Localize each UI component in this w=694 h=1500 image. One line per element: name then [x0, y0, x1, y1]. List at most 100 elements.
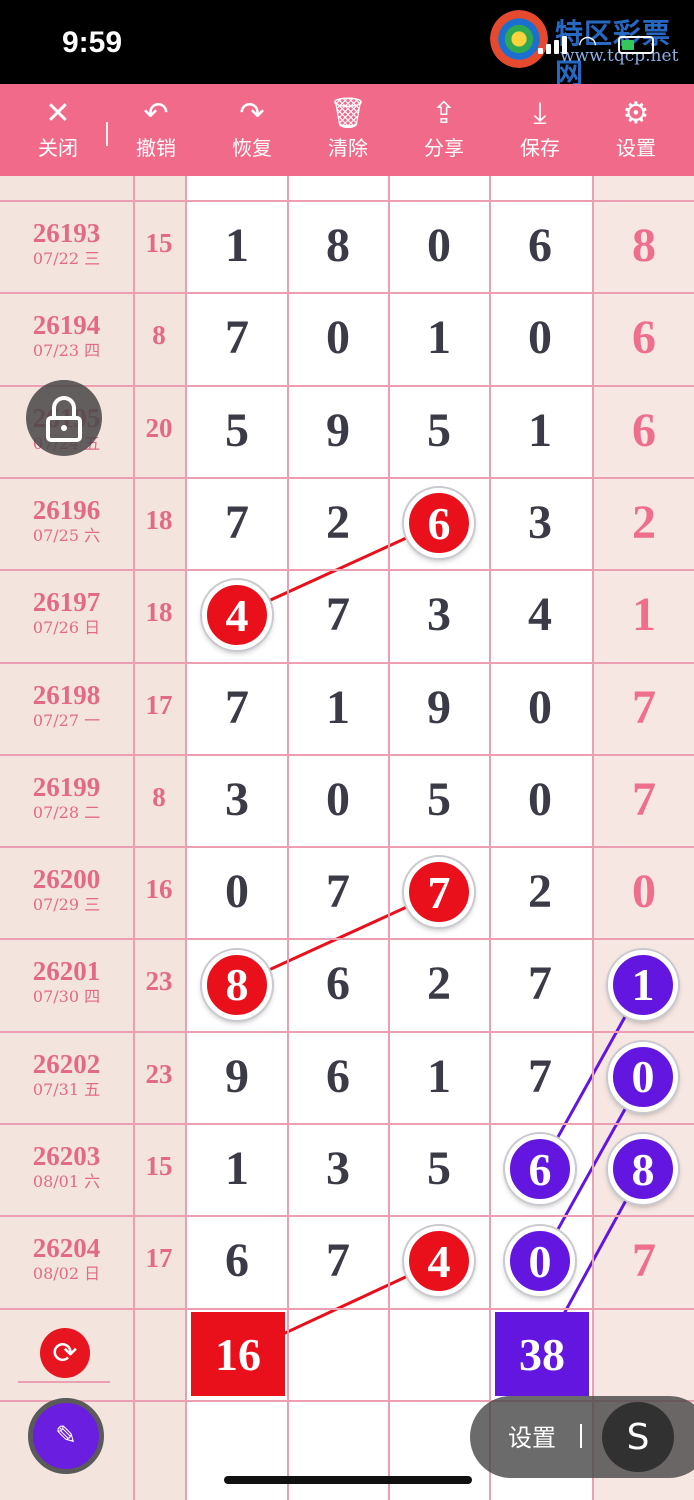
digit-cell[interactable]: 3 — [389, 587, 489, 642]
issue-label: 26196 07/25 六 — [0, 495, 133, 547]
last-digit-cell[interactable]: 8 — [594, 218, 694, 273]
digit-cell[interactable]: 8 — [288, 218, 388, 273]
red-ball[interactable]: 8 — [202, 949, 272, 1020]
digit-cell[interactable]: 4 — [490, 587, 590, 642]
digit-cell[interactable]: 5 — [187, 403, 287, 458]
last-digit-cell[interactable]: 1 — [594, 587, 694, 642]
save-button[interactable]: ⤓ 保存 — [500, 84, 580, 176]
digit-cell[interactable]: 7 — [187, 680, 287, 735]
refresh-button[interactable]: ⟳ — [40, 1328, 90, 1378]
purple-ball[interactable]: 0 — [505, 1226, 575, 1297]
digit-cell[interactable]: 7 — [187, 310, 287, 365]
settings-label[interactable]: 设置 — [508, 1418, 556, 1453]
issue-date: 07/31 五 — [32, 1080, 101, 1099]
issue-label: 26198 07/27 一 — [0, 680, 133, 732]
issue-date: 07/26 日 — [32, 618, 101, 637]
share-label: 分享 — [424, 136, 464, 160]
digit-cell[interactable]: 2 — [288, 495, 388, 550]
settings-separator — [580, 1424, 582, 1448]
digit-cell[interactable]: 0 — [288, 310, 388, 365]
last-digit-cell[interactable]: 7 — [594, 772, 694, 827]
digit-cell[interactable]: 7 — [288, 1233, 388, 1288]
digit-cell[interactable]: 9 — [389, 680, 489, 735]
close-label: 关闭 — [38, 136, 78, 160]
trend-grid[interactable]: 2619307/22 三15180682619407/23 四870106261… — [0, 176, 694, 1500]
digit-cell[interactable]: 2 — [389, 956, 489, 1011]
last-digit-cell[interactable]: 2 — [594, 495, 694, 550]
digit-cell[interactable]: 1 — [389, 310, 489, 365]
digit-cell[interactable]: 5 — [389, 403, 489, 458]
pen-tool-button[interactable]: ✎ — [28, 1398, 104, 1474]
clear-button[interactable]: 🗑 清除 — [308, 84, 388, 176]
issue-label: 26194 07/23 四 — [0, 310, 133, 362]
digit-cell[interactable]: 7 — [187, 495, 287, 550]
issue-number: 26204 — [32, 1233, 101, 1263]
digit-cell[interactable]: 1 — [389, 1049, 489, 1104]
purple-ball[interactable]: 6 — [505, 1134, 575, 1205]
issue-number: 26194 — [32, 310, 101, 340]
digit-cell[interactable]: 6 — [490, 218, 590, 273]
digit-cell[interactable]: 1 — [187, 218, 287, 273]
digit-cell[interactable]: 6 — [288, 1049, 388, 1104]
digit-cell[interactable]: 0 — [187, 864, 287, 919]
digit-cell[interactable]: 0 — [490, 772, 590, 827]
red-ball[interactable]: 4 — [404, 1226, 474, 1297]
issue-date: 07/29 三 — [32, 895, 101, 914]
digit-cell[interactable]: 3 — [187, 772, 287, 827]
share-button[interactable]: ⇪ 分享 — [404, 84, 484, 176]
sum-value: 18 — [145, 505, 173, 535]
purple-ball[interactable]: 1 — [608, 949, 678, 1020]
digit-cell[interactable]: 1 — [187, 1141, 287, 1196]
digit-cell[interactable]: 0 — [389, 218, 489, 273]
last-digit-cell[interactable]: 6 — [594, 310, 694, 365]
settings-button[interactable]: ⚙ 设置 — [596, 84, 676, 176]
issue-date: 08/02 日 — [32, 1264, 101, 1283]
red-ball[interactable]: 6 — [404, 488, 474, 559]
digit-cell[interactable]: 6 — [187, 1233, 287, 1288]
digit-cell[interactable]: 3 — [490, 495, 590, 550]
purple-ball[interactable]: 0 — [608, 1041, 678, 1112]
digit-cell[interactable]: 3 — [288, 1141, 388, 1196]
digit-cell[interactable]: 7 — [288, 587, 388, 642]
purple-ball[interactable]: 8 — [608, 1134, 678, 1205]
last-digit-cell[interactable]: 7 — [594, 680, 694, 735]
digit-cell[interactable]: 9 — [288, 403, 388, 458]
issue-date: 07/22 三 — [32, 249, 101, 268]
last-digit-cell[interactable]: 0 — [594, 864, 694, 919]
issue-number: 26201 — [32, 956, 101, 986]
digit-cell[interactable]: 0 — [288, 772, 388, 827]
red-ball[interactable]: 4 — [202, 580, 272, 651]
issue-number: 26196 — [32, 495, 101, 525]
s-button[interactable]: S — [602, 1402, 674, 1472]
redo-icon: ↷ — [239, 96, 265, 131]
digit-cell[interactable]: 9 — [187, 1049, 287, 1104]
digit-cell[interactable]: 5 — [389, 1141, 489, 1196]
digit-cell[interactable]: 7 — [490, 956, 590, 1011]
floating-settings[interactable]: 设置 S — [470, 1396, 694, 1478]
digit-cell[interactable]: 0 — [490, 310, 590, 365]
last-digit-cell[interactable]: 6 — [594, 403, 694, 458]
digit-cell[interactable]: 0 — [490, 680, 590, 735]
digit-cell[interactable]: 1 — [288, 680, 388, 735]
last-digit-cell[interactable]: 7 — [594, 1233, 694, 1288]
redo-button[interactable]: ↷ 恢复 — [212, 84, 292, 176]
digit-cell[interactable]: 2 — [490, 864, 590, 919]
lock-button[interactable] — [26, 380, 102, 456]
digit-cell[interactable]: 7 — [288, 864, 388, 919]
share-icon: ⇪ — [431, 96, 457, 131]
issue-number: 26202 — [32, 1049, 101, 1079]
digit-cell[interactable]: 1 — [490, 403, 590, 458]
undo-button[interactable]: ↶ 撤销 — [116, 84, 196, 176]
issue-number: 26203 — [32, 1141, 101, 1171]
grid-vline — [287, 176, 289, 1500]
connector-lines — [236, 521, 645, 1356]
close-button[interactable]: ✕ 关闭 — [18, 84, 98, 176]
digit-cell[interactable]: 5 — [389, 772, 489, 827]
home-indicator[interactable] — [224, 1476, 472, 1484]
sum-value: 8 — [152, 320, 166, 350]
red-ball[interactable]: 7 — [404, 857, 474, 928]
digit-cell[interactable]: 7 — [490, 1049, 590, 1104]
grid-hline — [0, 1215, 694, 1217]
digit-cell[interactable]: 6 — [288, 956, 388, 1011]
issue-date: 07/23 四 — [32, 341, 101, 360]
